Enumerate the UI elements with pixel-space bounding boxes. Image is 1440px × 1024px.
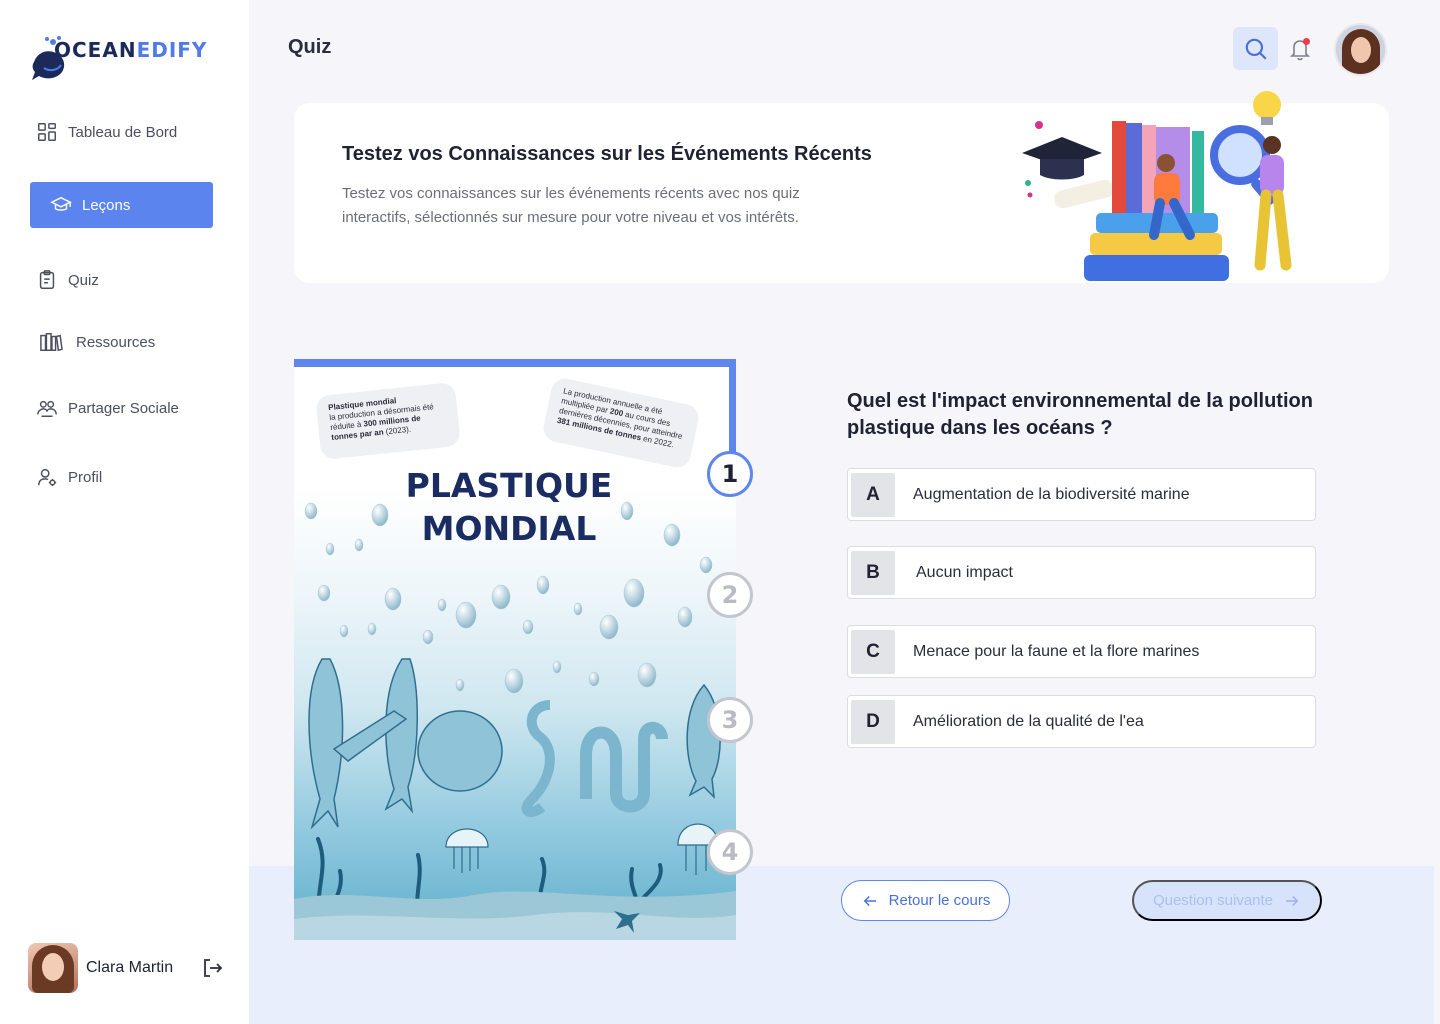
option-letter: A: [851, 472, 895, 517]
user-profile: Clara Martin: [28, 943, 224, 993]
option-text: Menace pour la faune et la flore marines: [913, 642, 1200, 660]
sidebar-item-label: Profil: [68, 468, 103, 486]
quiz-banner: Testez vos Connaissances sur les Événeme…: [294, 91, 1389, 283]
books-learning-illustration: [1022, 91, 1292, 281]
sidebar-item-label: Tableau de Bord: [68, 123, 178, 141]
banner-description: Testez vos connaissances sur les événeme…: [342, 185, 800, 226]
answer-option-c[interactable]: C Menace pour la faune et la flore marin…: [847, 625, 1316, 678]
option-text: Amélioration de la qualité de l'ea: [913, 712, 1144, 730]
progress-frame-top: [294, 359, 736, 367]
option-letter: C: [851, 629, 895, 674]
progress-step-4[interactable]: 4: [707, 829, 753, 875]
arrow-left-icon: [863, 895, 876, 906]
option-letter: D: [851, 699, 895, 744]
arrow-right-icon: [1286, 895, 1299, 906]
banner-title: Testez vos Connaissances sur les Événeme…: [342, 143, 872, 165]
user-settings-icon: [38, 468, 57, 487]
sidebar-item-label: Partager Sociale: [68, 399, 179, 417]
page-title: Quiz: [288, 36, 332, 58]
answer-option-b[interactable]: B Aucun impact: [847, 546, 1316, 599]
sidebar: OCEANEDIFY Tableau de Bord Leçons Quiz R…: [0, 0, 249, 1024]
answer-option-a[interactable]: A Augmentation de la biodiversité marine: [847, 468, 1316, 521]
plastic-infographic: Plastique mondial la production a désorm…: [294, 359, 736, 940]
option-letter: B: [851, 550, 895, 595]
sidebar-item-tableau-de-bord[interactable]: Tableau de Bord: [30, 109, 213, 155]
dashboard-icon: [38, 123, 56, 141]
progress-step-2[interactable]: 2: [707, 572, 753, 618]
back-button-label: Retour le cours: [888, 892, 991, 909]
progress-frame-side: [729, 359, 736, 454]
back-to-course-button[interactable]: Retour le cours: [841, 880, 1010, 921]
community-icon: [37, 400, 57, 417]
sidebar-item-partager-sociale[interactable]: Partager Sociale: [30, 385, 213, 431]
quiz-question: Quel est l'impact environnemental de la …: [847, 390, 1313, 439]
infographic-title-line1: PLASTIQUE: [405, 466, 613, 505]
sidebar-item-quiz[interactable]: Quiz: [30, 257, 213, 303]
progress-step-1[interactable]: 1: [707, 451, 753, 497]
next-question-button[interactable]: Question suivante: [1132, 880, 1322, 921]
user-name: Clara Martin: [86, 959, 174, 976]
infographic-title-line2: MONDIAL: [421, 509, 597, 548]
sidebar-item-label: Ressources: [76, 333, 156, 351]
clipboard-icon: [39, 270, 55, 289]
sidebar-item-profil[interactable]: Profil: [30, 454, 213, 500]
sidebar-item-label: Quiz: [68, 271, 99, 289]
answer-option-d[interactable]: D Amélioration de la qualité de l'ea: [847, 695, 1316, 748]
search-icon: [1245, 38, 1267, 60]
header-avatar[interactable]: [1334, 23, 1387, 76]
graduation-cap-icon: [50, 196, 72, 211]
logout-button[interactable]: [200, 956, 224, 980]
ocean-edify-logo[interactable]: OCEANEDIFY: [30, 32, 206, 84]
progress-step-3[interactable]: 3: [707, 697, 753, 743]
sidebar-item-lecons[interactable]: Leçons: [30, 182, 213, 228]
next-button-label: Question suivante: [1152, 892, 1274, 909]
notifications-button[interactable]: [1288, 36, 1312, 62]
option-text: Augmentation de la biodiversité marine: [913, 485, 1190, 503]
infographic-title: PLASTIQUE MONDIAL: [294, 464, 724, 550]
logout-icon: [204, 959, 223, 977]
sidebar-item-ressources[interactable]: Ressources: [30, 319, 213, 365]
logo-text: OCEANEDIFY: [54, 38, 208, 62]
search-button[interactable]: [1233, 27, 1278, 70]
notification-dot: [1303, 38, 1310, 45]
option-text: Aucun impact: [916, 563, 1013, 581]
sidebar-item-label: Leçons: [82, 196, 131, 214]
avatar[interactable]: [28, 943, 78, 993]
bottle-text: (2023).: [383, 424, 412, 437]
library-icon: [40, 333, 63, 352]
